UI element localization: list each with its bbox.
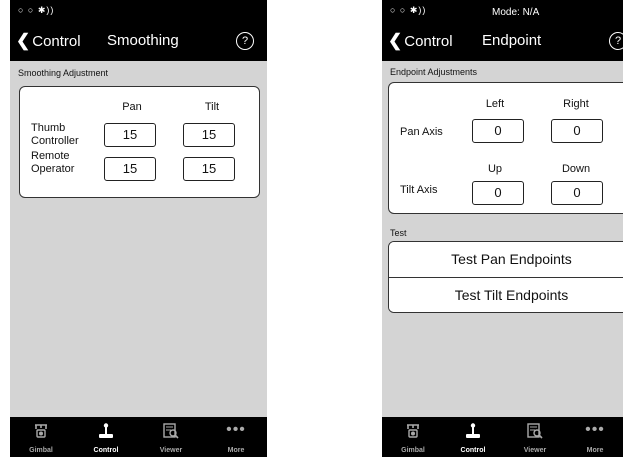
test-card: Test Pan Endpoints Test Tilt Endpoints <box>388 241 623 313</box>
status-indicators: ○ ○ ✱)) <box>18 5 55 15</box>
page-title: Endpoint <box>482 32 542 49</box>
viewer-icon <box>504 422 566 440</box>
gimbal-icon <box>10 422 72 440</box>
mode-indicator: Mode: N/A <box>492 7 540 18</box>
tilt-axis-label: Tilt Axis <box>400 184 438 196</box>
left-label: Left <box>485 98 505 110</box>
column-pan-label: Pan <box>122 101 142 113</box>
help-icon[interactable]: ? <box>609 32 623 50</box>
right-label: Right <box>563 98 589 110</box>
tab-label: Control <box>460 447 486 454</box>
help-icon[interactable]: ? <box>236 32 254 50</box>
endpoint-card: Left Right Pan Axis 0 0 Up Down Tilt Axi… <box>388 82 623 214</box>
up-label: Up <box>487 163 503 175</box>
tab-gimbal[interactable]: Gimbal <box>382 417 444 457</box>
remote-tilt-field[interactable]: 15 <box>183 157 235 181</box>
gimbal-icon <box>382 422 444 440</box>
tab-viewer[interactable]: Viewer <box>140 417 202 457</box>
section-title: Smoothing Adjustment <box>18 68 109 78</box>
more-icon: ••• <box>585 421 605 438</box>
row-label-remote-operator: Remote Operator <box>31 150 75 175</box>
nav-bar: ○ ○ ✱)) ❮ Control Smoothing ? <box>10 0 267 61</box>
back-label: Control <box>404 33 453 50</box>
tilt-down-field[interactable]: 0 <box>551 181 603 205</box>
tab-label: Gimbal <box>401 447 425 454</box>
back-button[interactable]: ❮ Control <box>388 31 453 51</box>
test-pan-endpoints-button[interactable]: Test Pan Endpoints <box>389 242 623 276</box>
tab-gimbal[interactable]: Gimbal <box>10 417 72 457</box>
tab-control[interactable]: Control <box>75 417 137 457</box>
chevron-left-icon: ❮ <box>16 31 31 50</box>
tilt-up-field[interactable]: 0 <box>472 181 524 205</box>
smoothing-screen: ○ ○ ✱)) ❮ Control Smoothing ? Smoothing A… <box>10 0 267 457</box>
endpoint-screen: ○ ○ ✱)) Mode: N/A ❮ Control Endpoint ? En… <box>382 0 623 457</box>
more-icon: ••• <box>226 421 246 438</box>
back-label: Control <box>32 33 81 50</box>
pan-right-field[interactable]: 0 <box>551 119 603 143</box>
thumb-tilt-field[interactable]: 15 <box>183 123 235 147</box>
smoothing-card: Pan Tilt Thumb Controller 15 15 Remote O… <box>19 86 260 198</box>
tab-label: Viewer <box>159 447 183 454</box>
row-label-thumb-controller: Thumb Controller <box>31 122 79 147</box>
pan-left-field[interactable]: 0 <box>472 119 524 143</box>
test-tilt-endpoints-button[interactable]: Test Tilt Endpoints <box>389 277 623 312</box>
test-section-title: Test <box>390 228 407 238</box>
page-title: Smoothing <box>107 32 179 49</box>
tab-label: Gimbal <box>29 447 53 454</box>
tab-viewer[interactable]: Viewer <box>504 417 566 457</box>
tab-label: Viewer <box>523 447 547 454</box>
back-button[interactable]: ❮ Control <box>16 31 81 51</box>
pan-axis-label: Pan Axis <box>400 126 443 138</box>
tab-label: More <box>227 447 245 454</box>
tab-bar: Gimbal Control Viewer ••• More <box>382 417 623 457</box>
tab-label: Control <box>93 447 119 454</box>
status-indicators: ○ ○ ✱)) <box>390 5 427 15</box>
remote-pan-field[interactable]: 15 <box>104 157 156 181</box>
tab-more[interactable]: ••• More <box>205 417 267 457</box>
viewer-icon <box>140 422 202 440</box>
down-label: Down <box>561 163 591 175</box>
tab-label: More <box>586 447 604 454</box>
thumb-pan-field[interactable]: 15 <box>104 123 156 147</box>
section-title: Endpoint Adjustments <box>390 67 478 77</box>
joystick-icon <box>442 422 504 440</box>
chevron-left-icon: ❮ <box>388 31 403 50</box>
tab-more[interactable]: ••• More <box>564 417 623 457</box>
tab-control[interactable]: Control <box>442 417 504 457</box>
tab-bar: Gimbal Control Viewer ••• More <box>10 417 267 457</box>
column-tilt-label: Tilt <box>204 101 220 113</box>
nav-bar: ○ ○ ✱)) Mode: N/A ❮ Control Endpoint ? <box>382 0 623 61</box>
joystick-icon <box>75 422 137 440</box>
